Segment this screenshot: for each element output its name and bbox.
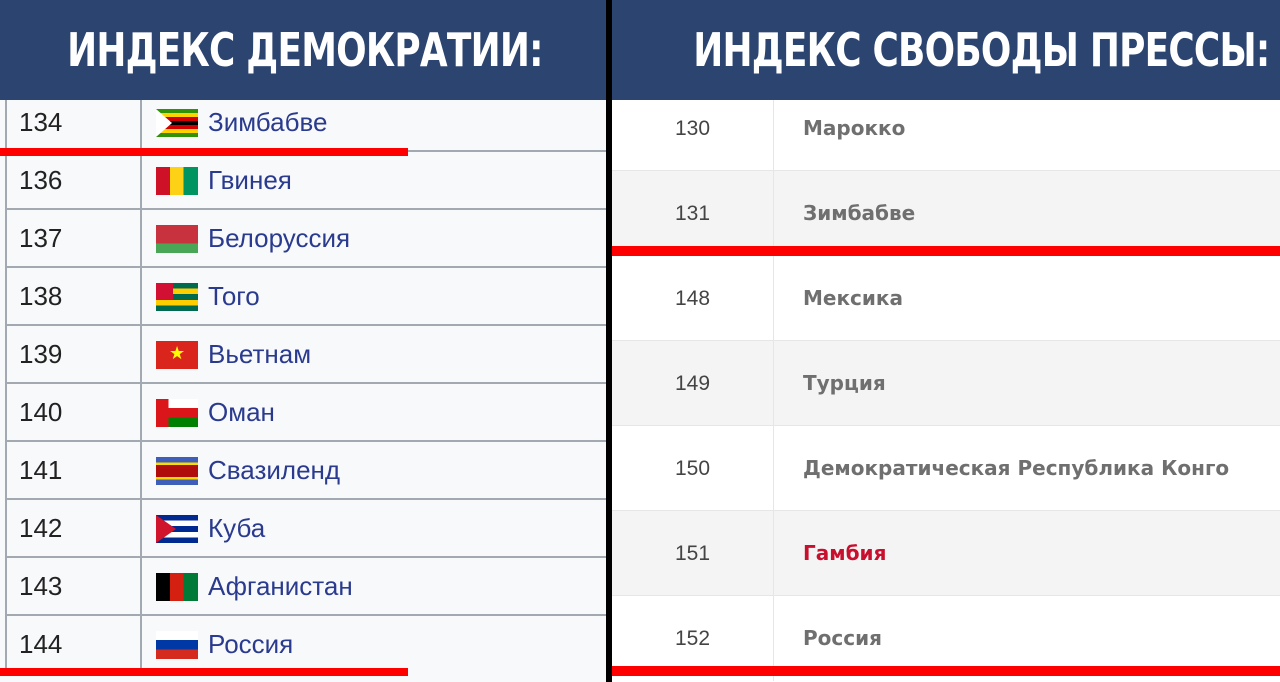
table-row: 141 Свазиленд — [5, 440, 606, 498]
country-link[interactable]: Куба — [208, 500, 265, 556]
rank: 134 — [19, 107, 63, 137]
rank: 151 — [674, 542, 711, 565]
table-row: 137 Белоруссия — [5, 208, 606, 266]
rank: 138 — [19, 281, 63, 311]
table-row: 142 Куба — [5, 498, 606, 556]
table-row: 151 Гамбия — [612, 510, 1280, 596]
underline-zimbabwe — [0, 148, 408, 156]
press-freedom-panel: 130 Марокко 131 Зимбабве 148 Мексика 149 Ту… — [612, 0, 1280, 682]
afghanistan-flag-icon — [156, 573, 198, 601]
belarus-flag-icon — [156, 225, 198, 253]
vietnam-flag-icon: ★ — [156, 341, 198, 369]
rank: 136 — [19, 165, 63, 195]
russia-flag-icon — [156, 631, 198, 659]
table-row: 149 Турция — [612, 340, 1280, 426]
underline-russia — [0, 668, 408, 676]
rank: 142 — [19, 513, 63, 543]
country-link[interactable]: Россия — [208, 616, 293, 672]
cuba-flag-icon — [156, 515, 198, 543]
country-name: Турция — [773, 341, 886, 426]
democracy-index-title: ИНДЕКС ДЕМОКРАТИИ: — [0, 0, 606, 100]
country-link[interactable]: Гвинея — [208, 152, 292, 208]
rank: 144 — [19, 629, 63, 659]
country-name: Зимбабве — [773, 171, 915, 256]
underline-zimbabwe — [612, 246, 1280, 256]
country-link[interactable]: Белоруссия — [208, 210, 350, 266]
democracy-index-panel: 134 Зимбабве 136 Гвинея 137 Белоруссия 138 … — [0, 0, 606, 682]
rank: 139 — [19, 339, 63, 369]
togo-flag-icon — [156, 283, 198, 311]
country-link[interactable]: Того — [208, 268, 260, 324]
country-link[interactable]: Зимбабве — [208, 94, 327, 150]
rank: 141 — [19, 455, 63, 485]
eswatini-flag-icon — [156, 457, 198, 485]
zimbabwe-flag-icon — [156, 109, 198, 137]
rank: 143 — [19, 571, 63, 601]
table-row: 143 Афганистан — [5, 556, 606, 614]
rank: 149 — [674, 372, 711, 395]
country-name: Гамбия — [773, 511, 886, 596]
country-link[interactable]: Вьетнам — [208, 326, 311, 382]
press-freedom-title: ИНДЕКС СВОБОДЫ ПРЕССЫ: — [612, 0, 1280, 100]
rank: 137 — [19, 223, 63, 253]
rank: 131 — [674, 202, 711, 225]
country-link[interactable]: Афганистан — [208, 558, 353, 614]
guinea-flag-icon — [156, 167, 198, 195]
country-name: Демократическая Республика Конго — [773, 426, 1229, 511]
rank: 140 — [19, 397, 63, 427]
rank: 148 — [674, 287, 711, 310]
table-row: 140 Оман — [5, 382, 606, 440]
table-row: 150 Демократическая Республика Конго — [612, 425, 1280, 511]
table-row: 139 ★ Вьетнам — [5, 324, 606, 382]
country-link[interactable]: Свазиленд — [208, 442, 340, 498]
table-row: 138 Того — [5, 266, 606, 324]
table-row: 144 Россия — [5, 614, 606, 672]
table-row: 131 Зимбабве — [612, 170, 1280, 256]
table-row: 134 Зимбабве — [5, 92, 606, 150]
rank: 150 — [674, 457, 711, 480]
oman-flag-icon — [156, 399, 198, 427]
underline-russia — [612, 666, 1280, 676]
country-name: Мексика — [773, 256, 903, 341]
country-link[interactable]: Оман — [208, 384, 275, 440]
table-row: 136 Гвинея — [5, 150, 606, 208]
table-row: 148 Мексика — [612, 255, 1280, 341]
